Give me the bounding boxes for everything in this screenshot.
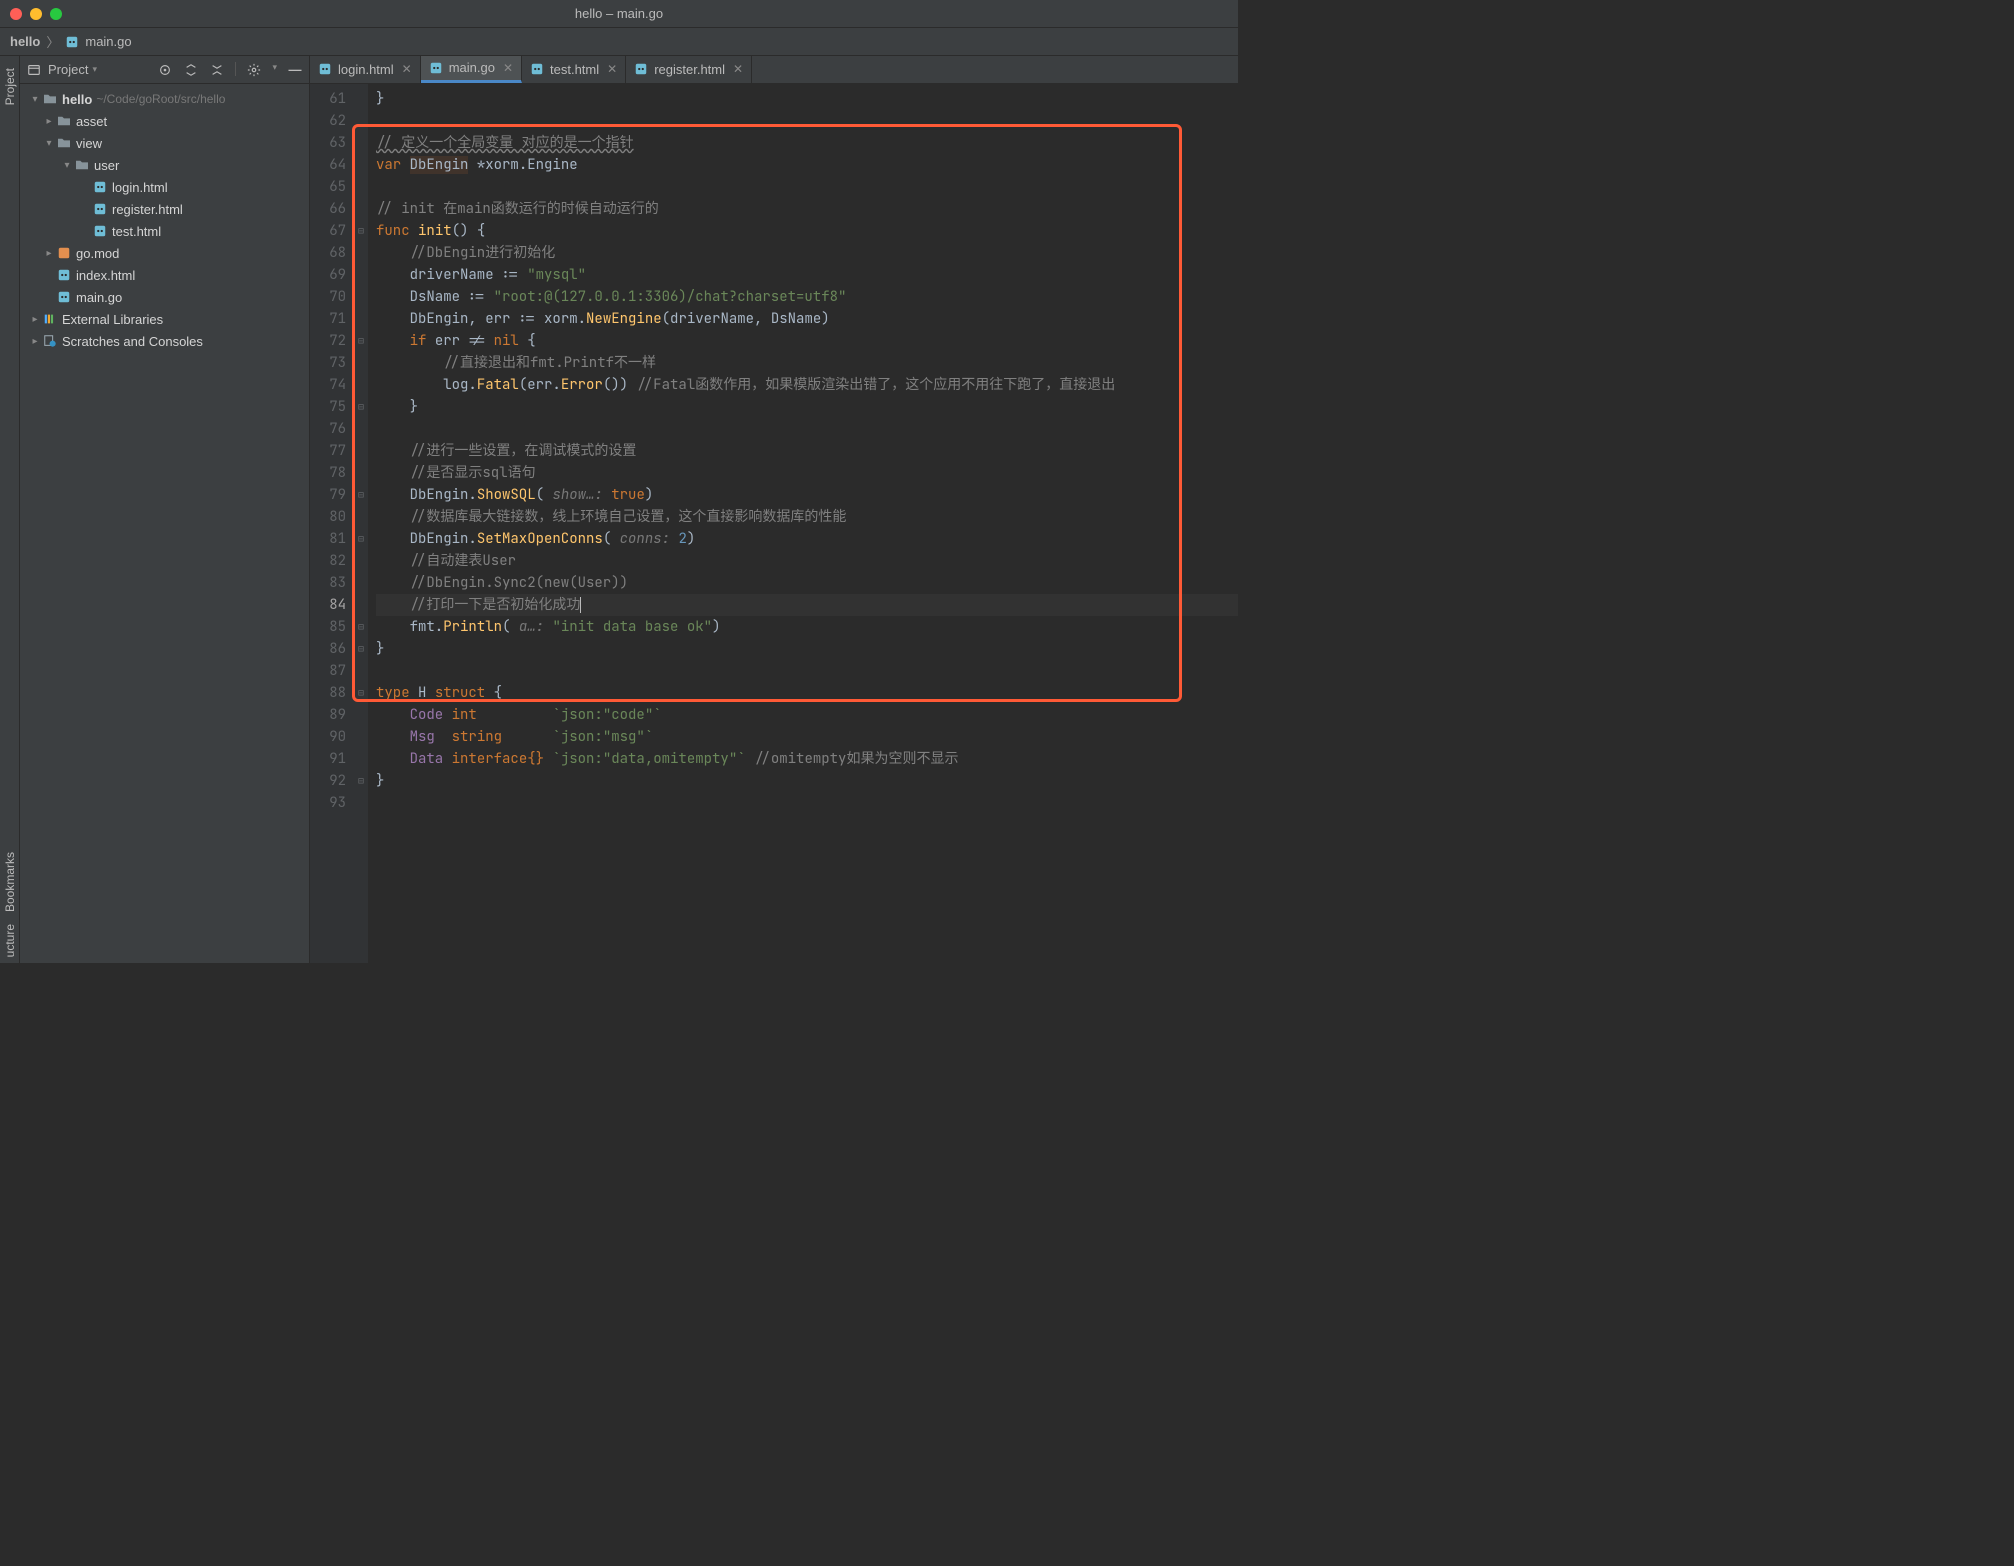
editor-tabs: login.html ✕ main.go ✕ test.html ✕ regis… [310, 56, 1238, 84]
chevron-right-icon[interactable]: ▸ [42, 116, 56, 127]
tree-folder-view[interactable]: ▾ view [20, 132, 309, 154]
go-file-icon [92, 223, 108, 239]
breadcrumb-project[interactable]: hello [10, 34, 40, 49]
tab-label: main.go [449, 60, 495, 75]
go-file-icon [429, 61, 443, 75]
sidebar-title[interactable]: Project ▾ [48, 62, 97, 77]
breadcrumb-file[interactable]: main.go [85, 34, 131, 49]
go-file-icon [634, 62, 648, 76]
titlebar: hello – main.go [0, 0, 1238, 28]
tab-label: test.html [550, 62, 599, 77]
project-view-icon[interactable] [26, 62, 42, 78]
tree-file-register[interactable]: register.html [20, 198, 309, 220]
go-file-icon [318, 62, 332, 76]
chevron-down-icon[interactable]: ▾ [28, 94, 42, 105]
tree-scratches[interactable]: ▸ Scratches and Consoles [20, 330, 309, 352]
close-icon[interactable]: ✕ [402, 62, 412, 76]
chevron-down-icon[interactable]: ▾ [272, 62, 277, 78]
go-file-icon [65, 35, 79, 49]
collapse-all-icon[interactable] [209, 62, 225, 78]
project-tree[interactable]: ▾ hello ~/Code/goRoot/src/hello ▸ asset … [20, 84, 309, 963]
breadcrumb-sep: 〉 [46, 32, 59, 51]
gutter-structure-tab[interactable]: ucture [1, 918, 19, 963]
tab-test-html[interactable]: test.html ✕ [522, 56, 626, 83]
code-content[interactable]: } // 定义一个全局变量 对应的是一个指针 var DbEngin *xorm… [368, 84, 1238, 963]
tree-folder-asset[interactable]: ▸ asset [20, 110, 309, 132]
fold-gutter[interactable]: ⊟ ⊟⊟ ⊟⊟ ⊟⊟ ⊟⊟ [354, 84, 368, 963]
tree-file-gomod[interactable]: ▸ go.mod [20, 242, 309, 264]
editor-body[interactable]: 6162636465666768697071727374757677787980… [310, 84, 1238, 963]
tab-register-html[interactable]: register.html ✕ [626, 56, 752, 83]
traffic-lights [10, 8, 62, 20]
gutter-project-tab[interactable]: Project [1, 62, 19, 111]
close-icon[interactable]: ✕ [733, 62, 743, 76]
chevron-right-icon[interactable]: ▸ [28, 314, 42, 325]
editor-area: login.html ✕ main.go ✕ test.html ✕ regis… [310, 56, 1238, 963]
go-file-icon [92, 201, 108, 217]
scratches-icon [42, 333, 58, 349]
folder-icon [74, 157, 90, 173]
tab-label: register.html [654, 62, 725, 77]
expand-all-icon[interactable] [183, 62, 199, 78]
folder-icon [56, 113, 72, 129]
tree-file-index[interactable]: index.html [20, 264, 309, 286]
select-opened-file-icon[interactable] [157, 62, 173, 78]
divider [235, 62, 236, 76]
go-file-icon [92, 179, 108, 195]
chevron-down-icon[interactable]: ▾ [60, 160, 74, 171]
close-icon[interactable]: ✕ [503, 61, 513, 75]
go-file-icon [530, 62, 544, 76]
chevron-right-icon[interactable]: ▸ [28, 336, 42, 347]
tab-label: login.html [338, 62, 394, 77]
go-file-icon [56, 289, 72, 305]
go-file-icon [56, 267, 72, 283]
folder-icon [42, 91, 58, 107]
settings-gear-icon[interactable] [246, 62, 262, 78]
window-minimize-button[interactable] [30, 8, 42, 20]
chevron-down-icon[interactable]: ▾ [42, 138, 56, 149]
chevron-down-icon: ▾ [92, 64, 97, 75]
library-icon [42, 311, 58, 327]
left-tool-gutter: Project Bookmarks ucture [0, 56, 20, 963]
window-title: hello – main.go [575, 6, 663, 21]
close-icon[interactable]: ✕ [607, 62, 617, 76]
sidebar-header: Project ▾ ▾ — [20, 56, 309, 84]
tree-folder-user[interactable]: ▾ user [20, 154, 309, 176]
window-maximize-button[interactable] [50, 8, 62, 20]
breadcrumb: hello 〉 main.go [0, 28, 1238, 56]
tree-file-maingo[interactable]: main.go [20, 286, 309, 308]
tree-file-test[interactable]: test.html [20, 220, 309, 242]
tab-main-go[interactable]: main.go ✕ [421, 56, 522, 83]
window-close-button[interactable] [10, 8, 22, 20]
line-numbers: 6162636465666768697071727374757677787980… [310, 84, 354, 963]
gutter-bookmarks-tab[interactable]: Bookmarks [1, 846, 19, 918]
folder-icon [56, 135, 72, 151]
go-mod-icon [56, 245, 72, 261]
tab-login-html[interactable]: login.html ✕ [310, 56, 421, 83]
tree-external-libraries[interactable]: ▸ External Libraries [20, 308, 309, 330]
project-sidebar: Project ▾ ▾ — ▾ hello ~/Code/goRoot/src/… [20, 56, 310, 963]
tree-file-login[interactable]: login.html [20, 176, 309, 198]
hide-panel-icon[interactable]: — [287, 62, 303, 78]
chevron-right-icon[interactable]: ▸ [42, 248, 56, 259]
tree-root[interactable]: ▾ hello ~/Code/goRoot/src/hello [20, 88, 309, 110]
